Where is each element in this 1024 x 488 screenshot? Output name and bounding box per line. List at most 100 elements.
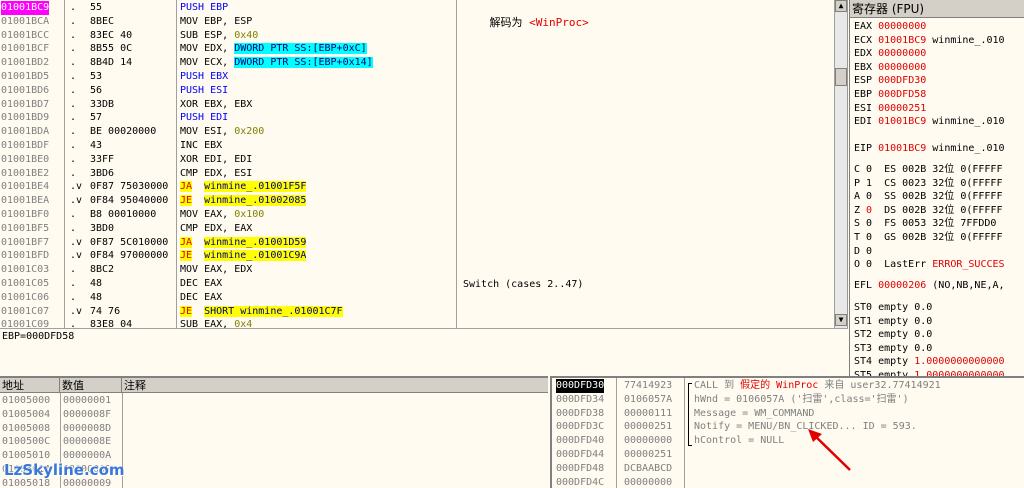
stack-address[interactable]: 000DFD40 <box>556 434 604 448</box>
register-row[interactable]: ST2 empty 0.0 <box>850 328 1024 342</box>
register-row[interactable]: ESP 000DFD30 <box>850 74 1024 88</box>
disasm-address[interactable]: 01001BE4 <box>1 180 49 194</box>
disasm-instruction[interactable]: JE winmine_.01002085 <box>180 194 307 208</box>
disasm-row[interactable]: 01001BE2. 3BD6 CMP EDX, ESI <box>0 167 847 181</box>
disasm-instruction[interactable]: MOV ECX, DWORD PTR SS:[EBP+0x14] <box>180 56 373 70</box>
disasm-address[interactable]: 01001BCC <box>1 29 49 43</box>
register-row[interactable]: C 0 ES 002B 32位 0(FFFFF <box>850 163 1024 177</box>
disasm-row[interactable]: 01001BC9. 55 PUSH EBP <box>0 1 847 15</box>
disasm-instruction[interactable]: CMP EDX, EAX <box>180 222 252 236</box>
disasm-row[interactable]: 01001BDA. BE 00020000 MOV ESI, 0x200 <box>0 125 847 139</box>
disasm-instruction[interactable]: PUSH ESI <box>180 84 228 98</box>
disasm-row[interactable]: 01001C07 .v 74 76 JE SHORT winmine_.01001C7… <box>0 305 847 319</box>
stack-row[interactable]: 000DFD30 77414923 CALL 到 假定的 WinProc 来自 us… <box>552 379 1024 393</box>
disasm-instruction[interactable]: JA winmine_.01001D59 <box>180 236 307 250</box>
disasm-address[interactable]: 01001C03 <box>1 263 49 277</box>
register-row[interactable]: O 0 LastErr ERROR_SUCCES <box>850 258 1024 272</box>
disasm-row[interactable]: 01001C06. 48 DEC EAX <box>0 291 847 305</box>
disasm-instruction[interactable]: DEC EAX <box>180 291 222 305</box>
register-row[interactable]: A 0 SS 002B 32位 0(FFFFF <box>850 190 1024 204</box>
disasm-address[interactable]: 01001BD2 <box>1 56 49 70</box>
disasm-row[interactable]: 01001BF5. 3BD0 CMP EDX, EAX <box>0 222 847 236</box>
stack-row[interactable]: 000DFD3C 00000251 Notify = MENU/BN_CLICKED… <box>552 420 1024 434</box>
disasm-instruction[interactable]: JA winmine_.01001F5F <box>180 180 307 194</box>
disassembly-scrollbar[interactable]: ▲ ▼ <box>834 0 847 328</box>
disassembly-pane[interactable]: 01001BC9. 55 PUSH EBP 01001BCA. 8BEC MOV EBP,… <box>0 0 848 328</box>
disasm-instruction[interactable]: XOR EBX, EBX <box>180 98 252 112</box>
register-row[interactable]: EIP 01001BC9 winmine_.010 <box>850 142 1024 156</box>
stack-row[interactable]: 000DFD38 00000111 Message = WM_COMMAND <box>552 407 1024 421</box>
disasm-address[interactable]: 01001BD6 <box>1 84 49 98</box>
disasm-row[interactable]: 01001BEA .v 0F84 95040000 JE winmine_.01002… <box>0 194 847 208</box>
registers-pane[interactable]: 寄存器 (FPU) EAX 00000000 ECX 01001BC9 winmi… <box>849 0 1024 376</box>
register-row[interactable]: ST4 empty 1.0000000000000 <box>850 355 1024 369</box>
disasm-row[interactable]: 01001C05. 48 DEC EAX <box>0 277 847 291</box>
dump-header-value[interactable]: 数值 <box>60 378 122 393</box>
disasm-instruction[interactable]: CMP EDX, ESI <box>180 167 252 181</box>
disasm-row[interactable]: 01001BD5. 53 PUSH EBX <box>0 70 847 84</box>
disasm-row[interactable]: 01001BCA. 8BEC MOV EBP, ESP <box>0 15 847 29</box>
stack-address[interactable]: 000DFD30 <box>556 379 605 393</box>
register-row[interactable]: P 1 CS 0023 32位 0(FFFFF <box>850 177 1024 191</box>
disasm-instruction[interactable]: INC EBX <box>180 139 222 153</box>
disasm-instruction[interactable]: PUSH EBP <box>180 1 228 15</box>
dump-header-address[interactable]: 地址 <box>0 378 60 393</box>
register-row[interactable]: T 0 GS 002B 32位 0(FFFFF <box>850 231 1024 245</box>
disasm-instruction[interactable]: PUSH EDI <box>180 111 228 125</box>
disasm-address[interactable]: 01001BCA <box>1 15 49 29</box>
disasm-row[interactable]: 01001BDF. 43 INC EBX <box>0 139 847 153</box>
disasm-address[interactable]: 01001C09 <box>1 318 49 328</box>
disasm-instruction[interactable]: DEC EAX <box>180 277 222 291</box>
disasm-row[interactable]: 01001BD6. 56 PUSH ESI <box>0 84 847 98</box>
stack-address[interactable]: 000DFD38 <box>556 407 604 421</box>
disasm-address[interactable]: 01001BD5 <box>1 70 49 84</box>
register-row[interactable]: EDX 00000000 <box>850 47 1024 61</box>
scroll-down-icon[interactable]: ▼ <box>835 314 847 326</box>
disasm-instruction[interactable]: MOV EBP, ESP <box>180 15 252 29</box>
register-row[interactable]: S 0 FS 0053 32位 7FFDD0 <box>850 217 1024 231</box>
register-row[interactable]: ST3 empty 0.0 <box>850 342 1024 356</box>
disasm-address[interactable]: 01001C05 <box>1 277 49 291</box>
disasm-address[interactable]: 01001BE2 <box>1 167 49 181</box>
disasm-row[interactable]: 01001C09. 83E8 04 SUB EAX, 0x4 <box>0 318 847 328</box>
disasm-address[interactable]: 01001C06 <box>1 291 49 305</box>
disasm-address[interactable]: 01001BE0 <box>1 153 49 167</box>
scroll-thumb[interactable] <box>835 68 847 86</box>
disasm-row[interactable]: 01001BE4 .v 0F87 75030000 JA winmine_.01001… <box>0 180 847 194</box>
dump-row[interactable]: 01005008 0000008D <box>0 422 548 436</box>
stack-pane[interactable]: 000DFD30 77414923 CALL 到 假定的 WinProc 来自 us… <box>550 376 1024 488</box>
dump-row[interactable]: 0100500C 0000008E <box>0 435 548 449</box>
disasm-instruction[interactable]: MOV EAX, 0x100 <box>180 208 264 222</box>
register-row[interactable]: ST1 empty 0.0 <box>850 315 1024 329</box>
disasm-instruction[interactable]: MOV ESI, 0x200 <box>180 125 264 139</box>
stack-row[interactable]: 000DFD4C 00000000 <box>552 476 1024 488</box>
disasm-instruction[interactable]: JE SHORT winmine_.01001C7F <box>180 305 343 319</box>
disasm-address[interactable]: 01001BDA <box>1 125 49 139</box>
stack-row[interactable]: 000DFD34 0106057A hWnd = 0106057A ('扫雷',cl… <box>552 393 1024 407</box>
disasm-row[interactable]: 01001C03. 8BC2 MOV EAX, EDX <box>0 263 847 277</box>
disasm-instruction[interactable]: MOV EAX, EDX <box>180 263 252 277</box>
disasm-instruction[interactable]: SUB ESP, 0x40 <box>180 29 258 43</box>
stack-row[interactable]: 000DFD40 00000000 hControl = NULL <box>552 434 1024 448</box>
disasm-instruction[interactable]: MOV EDX, DWORD PTR SS:[EBP+0xC] <box>180 42 367 56</box>
disasm-row[interactable]: 01001BD9. 57 PUSH EDI <box>0 111 847 125</box>
disasm-address[interactable]: 01001BFD <box>1 249 49 263</box>
register-row[interactable]: ECX 01001BC9 winmine_.010 <box>850 34 1024 48</box>
dump-row[interactable]: 01005004 0000008F <box>0 408 548 422</box>
stack-address[interactable]: 000DFD44 <box>556 448 604 462</box>
disasm-row[interactable]: 01001BCF. 8B55 0C MOV EDX, DWORD PTR SS:[E… <box>0 42 847 56</box>
stack-address[interactable]: 000DFD48 <box>556 462 604 476</box>
stack-row[interactable]: 000DFD44 00000251 <box>552 448 1024 462</box>
register-row[interactable] <box>850 129 1024 143</box>
disasm-address[interactable]: 01001BF7 <box>1 236 49 250</box>
disasm-address[interactable]: 01001BDF <box>1 139 49 153</box>
disasm-instruction[interactable]: JE winmine_.01001C9A <box>180 249 307 263</box>
register-row[interactable]: ESI 00000251 <box>850 102 1024 116</box>
stack-address[interactable]: 000DFD34 <box>556 393 604 407</box>
disasm-instruction[interactable]: PUSH EBX <box>180 70 228 84</box>
disasm-row[interactable]: 01001BD2. 8B4D 14 MOV ECX, DWORD PTR SS:[E… <box>0 56 847 70</box>
disasm-row[interactable]: 01001BCC. 83EC 40 SUB ESP, 0x40 <box>0 29 847 43</box>
register-row[interactable]: EBX 00000000 <box>850 61 1024 75</box>
register-row[interactable]: Z 0 DS 002B 32位 0(FFFFF <box>850 204 1024 218</box>
register-row[interactable]: ST5 empty 1.0000000000000 <box>850 369 1024 376</box>
